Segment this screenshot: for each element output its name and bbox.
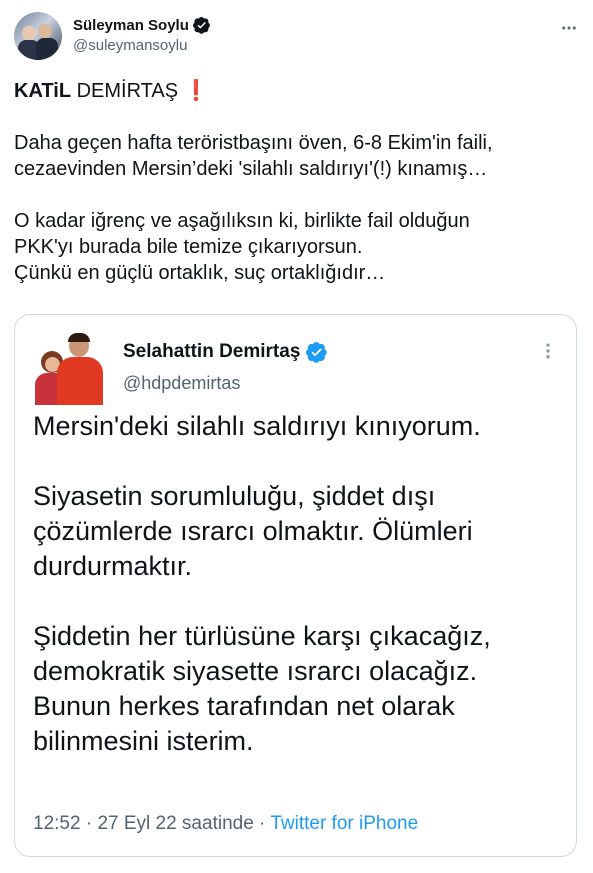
more-options-icon[interactable] bbox=[538, 341, 558, 361]
meta-separator: · bbox=[253, 813, 271, 834]
quoted-line-1: Mersin'deki silahlı saldırıyı kınıyorum. bbox=[33, 411, 481, 441]
exclamation-icon: ❗ bbox=[183, 80, 209, 102]
quoted-author-name-row[interactable]: Selahattin Demirtaş bbox=[123, 341, 328, 363]
tweet-date[interactable]: 27 Eyl 22 saatinde bbox=[97, 813, 253, 834]
quoted-line-6: demokratik siyasette ısrarcı olacağız. bbox=[33, 656, 478, 686]
author-name-row[interactable]: Süleyman Soylu bbox=[73, 16, 211, 34]
author-avatar[interactable] bbox=[14, 12, 62, 60]
quoted-line-5: Şiddetin her türlüsüne karşı çıkacağız, bbox=[33, 621, 491, 651]
quoted-line-8: bilinmesini isterim. bbox=[33, 726, 254, 756]
quoted-tweet-meta: 12:52 · 27 Eyl 22 saatinde · Twitter for… bbox=[33, 813, 418, 835]
tweet-title-bold: KATiL bbox=[14, 80, 72, 102]
verified-badge-icon bbox=[306, 342, 328, 363]
quoted-line-4: durdurmaktır. bbox=[33, 551, 193, 581]
tweet-paragraph-2-line-3: Çünkü en güçlü ortaklık, suç ortaklığıdı… bbox=[14, 262, 386, 284]
meta-separator: · bbox=[80, 813, 98, 834]
tweet-time[interactable]: 12:52 bbox=[33, 813, 81, 834]
author-handle[interactable]: @suleymansoylu bbox=[73, 37, 187, 54]
tweet-paragraph-1-line-2: cezaevinden Mersin’deki 'silahlı saldırı… bbox=[14, 158, 488, 180]
more-options-icon[interactable] bbox=[559, 18, 579, 38]
quoted-author-name[interactable]: Selahattin Demirtaş bbox=[123, 341, 300, 363]
tweet-paragraph-2-line-2: PKK'yı burada bile temize çıkarıyorsun. bbox=[14, 236, 363, 258]
quoted-tweet[interactable]: Selahattin Demirtaş @hdpdemirtas Mersin'… bbox=[14, 314, 577, 857]
tweet-source-link[interactable]: Twitter for iPhone bbox=[270, 813, 418, 834]
tweet-header: Süleyman Soylu @suleymansoylu bbox=[14, 12, 579, 62]
quoted-author-avatar[interactable] bbox=[33, 331, 121, 405]
tweet-paragraph-2-line-1: O kadar iğrenç ve aşağılıksın ki, birlik… bbox=[14, 210, 470, 232]
quoted-line-3: çözümlerde ısrarcı olmaktır. Ölümleri bbox=[33, 516, 473, 546]
verified-badge-icon bbox=[192, 16, 210, 34]
quoted-line-2: Siyasetin sorumluluğu, şiddet dışı bbox=[33, 481, 436, 511]
tweet-text: KATiL DEMİRTAŞ ❗ Daha geçen hafta teröri… bbox=[14, 78, 579, 286]
tweet-title-rest: DEMİRTAŞ bbox=[71, 80, 179, 102]
quoted-tweet-text: Mersin'deki silahlı saldırıyı kınıyorum.… bbox=[33, 409, 563, 759]
tweet-title: KATiL DEMİRTAŞ ❗ bbox=[14, 78, 579, 104]
quoted-author-handle[interactable]: @hdpdemirtas bbox=[123, 373, 240, 394]
quoted-line-7: Bunun herkes tarafından net olarak bbox=[33, 691, 455, 721]
author-name[interactable]: Süleyman Soylu bbox=[73, 17, 189, 34]
tweet-paragraph-1-line-1: Daha geçen hafta teröristbaşını öven, 6-… bbox=[14, 132, 493, 154]
